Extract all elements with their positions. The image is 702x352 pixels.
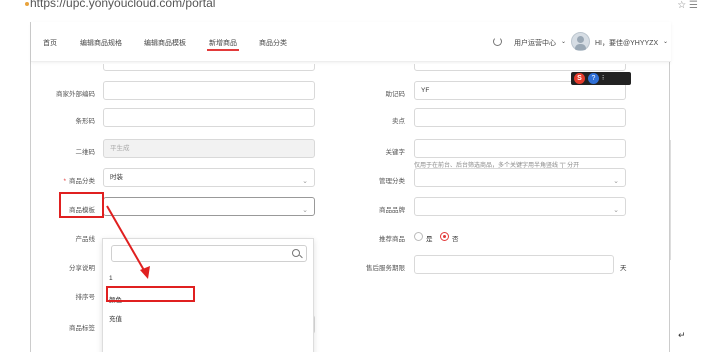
qrcode-input: 平生成 <box>103 139 315 158</box>
nav-new-product[interactable]: 新增商品 <box>207 38 239 51</box>
annotation-arrow <box>106 205 150 279</box>
secure-dot-icon <box>25 2 29 6</box>
category-label: * 商品分类 <box>35 175 95 185</box>
dropdown-option[interactable]: 充值 <box>109 313 122 323</box>
tags-label: 商品标签 <box>69 325 95 332</box>
category-label-text: 商品分类 <box>69 178 95 185</box>
ime-menu-icon[interactable]: ⁝ <box>602 74 610 82</box>
mnemonic-label: 助记码 <box>385 91 406 98</box>
ime-toolbar[interactable]: S ? ⁝ <box>571 72 631 85</box>
page-scroll-divider <box>670 140 671 260</box>
top-input-left[interactable] <box>103 64 315 71</box>
after-sale-input[interactable] <box>414 255 614 274</box>
recommend-yes-radio[interactable] <box>414 232 423 241</box>
chevron-down-icon: ⌄ <box>613 178 619 185</box>
user-center-link[interactable]: 用户运营中心 <box>514 38 556 48</box>
required-mark: * <box>63 178 66 185</box>
qrcode-label: 二维码 <box>75 149 96 156</box>
merchant-code-label: 商家外部编码 <box>56 91 95 98</box>
recommend-label: 推荐商品 <box>379 236 405 243</box>
nav-edit-spec[interactable]: 编辑商品规格 <box>80 38 122 48</box>
search-icon[interactable] <box>292 249 300 257</box>
user-center-caret-icon[interactable]: ⌄ <box>561 38 566 45</box>
chevron-down-icon: ⌄ <box>302 207 308 214</box>
greeting-caret-icon[interactable]: ⌄ <box>663 38 668 45</box>
sort-no-label: 排序号 <box>75 294 96 301</box>
top-input-right[interactable] <box>414 64 626 71</box>
merchant-code-input[interactable] <box>103 81 315 100</box>
pilcrow-mark: ↵ <box>678 330 686 340</box>
selling-point-label: 卖点 <box>392 118 405 125</box>
category-value: 时装 <box>110 174 123 181</box>
user-greeting[interactable]: HI，要佳@YHYYZX <box>595 38 658 48</box>
chevron-down-icon: ⌄ <box>302 178 308 185</box>
portal-page: 首页 编辑商品规格 编辑商品模板 新增商品 商品分类 用户运营中心 ⌄ HI，要… <box>30 22 671 352</box>
annotation-box-template-label <box>59 192 104 218</box>
category-select[interactable]: 时装 ⌄ <box>103 168 315 187</box>
brand-label: 商品品牌 <box>379 207 405 214</box>
top-nav: 首页 编辑商品规格 编辑商品模板 新增商品 商品分类 用户运营中心 ⌄ HI，要… <box>31 22 671 62</box>
nav-category[interactable]: 商品分类 <box>259 38 287 48</box>
url-text[interactable]: https://upc.yonyoucloud.com/portal <box>30 0 215 10</box>
keywords-input[interactable] <box>414 139 626 158</box>
product-line-label: 产品线 <box>75 236 96 243</box>
selling-point-input[interactable] <box>414 108 626 127</box>
nav-home[interactable]: 首页 <box>43 38 57 48</box>
nav-edit-template[interactable]: 编辑商品模板 <box>144 38 186 48</box>
barcode-label: 条形码 <box>75 118 96 125</box>
share-desc-label: 分享说明 <box>69 265 95 272</box>
ime-s-icon[interactable]: S <box>574 73 585 84</box>
keywords-label: 关键字 <box>385 149 406 156</box>
browser-menu-icon[interactable]: ☆ ☰ <box>677 0 698 11</box>
after-sale-label: 售后服务期限 <box>366 265 405 272</box>
browser-url-bar[interactable]: https://upc.yonyoucloud.com/portal ☆ ☰ <box>25 0 702 22</box>
mgmt-category-label: 管理分类 <box>379 178 405 185</box>
chevron-down-icon: ⌄ <box>613 207 619 214</box>
annotation-box-color-option <box>106 286 195 302</box>
brand-select[interactable]: ⌄ <box>414 197 626 216</box>
product-form: 商家外部编码 条形码 二维码 平生成 * 商品分类 时装 ⌄ 商品模板 ⌄ 产品线… <box>31 64 671 352</box>
after-sale-unit: 天 <box>620 265 627 272</box>
ime-help-icon[interactable]: ? <box>588 73 599 84</box>
recommend-no-radio[interactable] <box>440 232 449 241</box>
recommend-yes-label[interactable]: 是 <box>426 233 433 243</box>
mgmt-category-select[interactable]: ⌄ <box>414 168 626 187</box>
barcode-input[interactable] <box>103 108 315 127</box>
recommend-no-label[interactable]: 否 <box>452 233 459 243</box>
avatar[interactable] <box>571 32 590 51</box>
refresh-icon[interactable] <box>493 37 502 46</box>
